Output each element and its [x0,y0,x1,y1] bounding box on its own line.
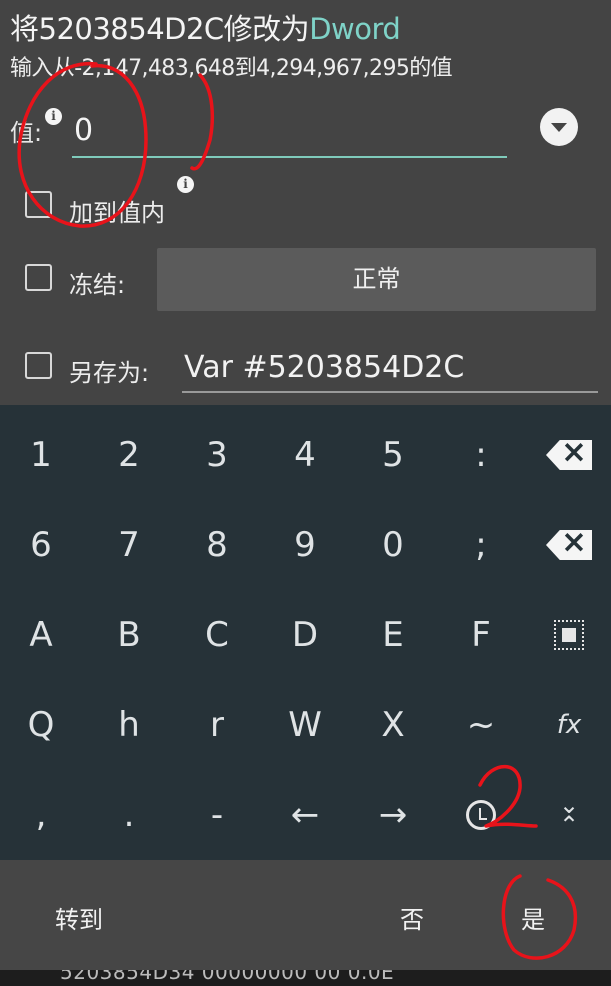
value-input[interactable] [72,104,507,158]
key-q[interactable]: Q [0,680,85,770]
function-key[interactable]: fx [525,680,611,770]
key-a[interactable]: A [0,590,85,680]
save-as-label: 另存为: [69,359,150,387]
title-value-type: Dword [309,12,401,46]
value-label: 值: [10,119,43,147]
add-to-value-info-icon[interactable]: i [177,176,194,193]
key-8[interactable]: 8 [173,500,261,590]
key-d[interactable]: D [261,590,349,680]
key-h[interactable]: h [85,680,173,770]
key-5[interactable]: 5 [349,410,437,500]
key-w[interactable]: W [261,680,349,770]
key-period[interactable]: . [85,770,173,860]
cursor-left-key[interactable]: ← [261,770,349,860]
backspace-key[interactable] [525,410,611,500]
key-6[interactable]: 6 [0,500,85,590]
freeze-label: 冻结: [69,271,126,299]
save-as-input[interactable] [182,343,598,393]
add-to-value-label: 加到值内 [69,199,165,227]
save-as-checkbox[interactable] [25,352,52,379]
background-result-row: 5203854D34 00000000 00 0.0E [0,970,611,986]
key-b[interactable]: B [85,590,173,680]
backspace-icon [546,440,592,470]
goto-button[interactable]: 转到 [55,900,103,935]
key-comma[interactable]: , [0,770,85,860]
key-7[interactable]: 7 [85,500,173,590]
freeze-checkbox[interactable] [25,264,52,291]
add-to-value-checkbox[interactable] [25,191,52,218]
history-icon [466,800,496,830]
key-x[interactable]: X [349,680,437,770]
history-key[interactable] [437,770,525,860]
title-address: 将5203854D2C修改为 [10,12,310,46]
dialog-range-hint: 输入从-2,147,483,648到4,294,967,295的值 [10,56,453,81]
value-history-dropdown-button[interactable] [540,108,578,146]
key-2[interactable]: 2 [85,410,173,500]
no-button[interactable]: 否 [400,900,424,935]
select-all-key[interactable] [525,590,611,680]
select-all-icon [554,620,584,650]
key-0[interactable]: 0 [349,500,437,590]
key-tilde[interactable]: ~ [437,680,525,770]
key-4[interactable]: 4 [261,410,349,500]
key-minus[interactable]: - [173,770,261,860]
key-1[interactable]: 1 [0,410,85,500]
clear-key[interactable] [525,500,611,590]
dialog-title: 将5203854D2C修改为Dword [10,6,401,48]
key-3[interactable]: 3 [173,410,261,500]
background-row-text: 5203854D34 00000000 00 0.0E [60,970,395,984]
cursor-right-key[interactable]: → [349,770,437,860]
yes-button[interactable]: 是 [521,900,545,935]
collapse-icon: ⌄ ⌃ [558,791,580,839]
key-semicolon[interactable]: ; [437,500,525,590]
key-c[interactable]: C [173,590,261,680]
key-f[interactable]: F [437,590,525,680]
backspace-icon [546,530,592,560]
key-r[interactable]: r [173,680,261,770]
key-9[interactable]: 9 [261,500,349,590]
freeze-mode-button[interactable]: 正常 [157,248,596,311]
key-colon[interactable]: : [437,410,525,500]
key-e[interactable]: E [349,590,437,680]
value-info-icon[interactable]: i [45,108,62,125]
collapse-keyboard-key[interactable]: ⌄ ⌃ [525,770,611,860]
hex-keyboard: 1 2 3 4 5 : 6 7 8 9 0 ; A B C D E F Q h … [0,405,611,860]
